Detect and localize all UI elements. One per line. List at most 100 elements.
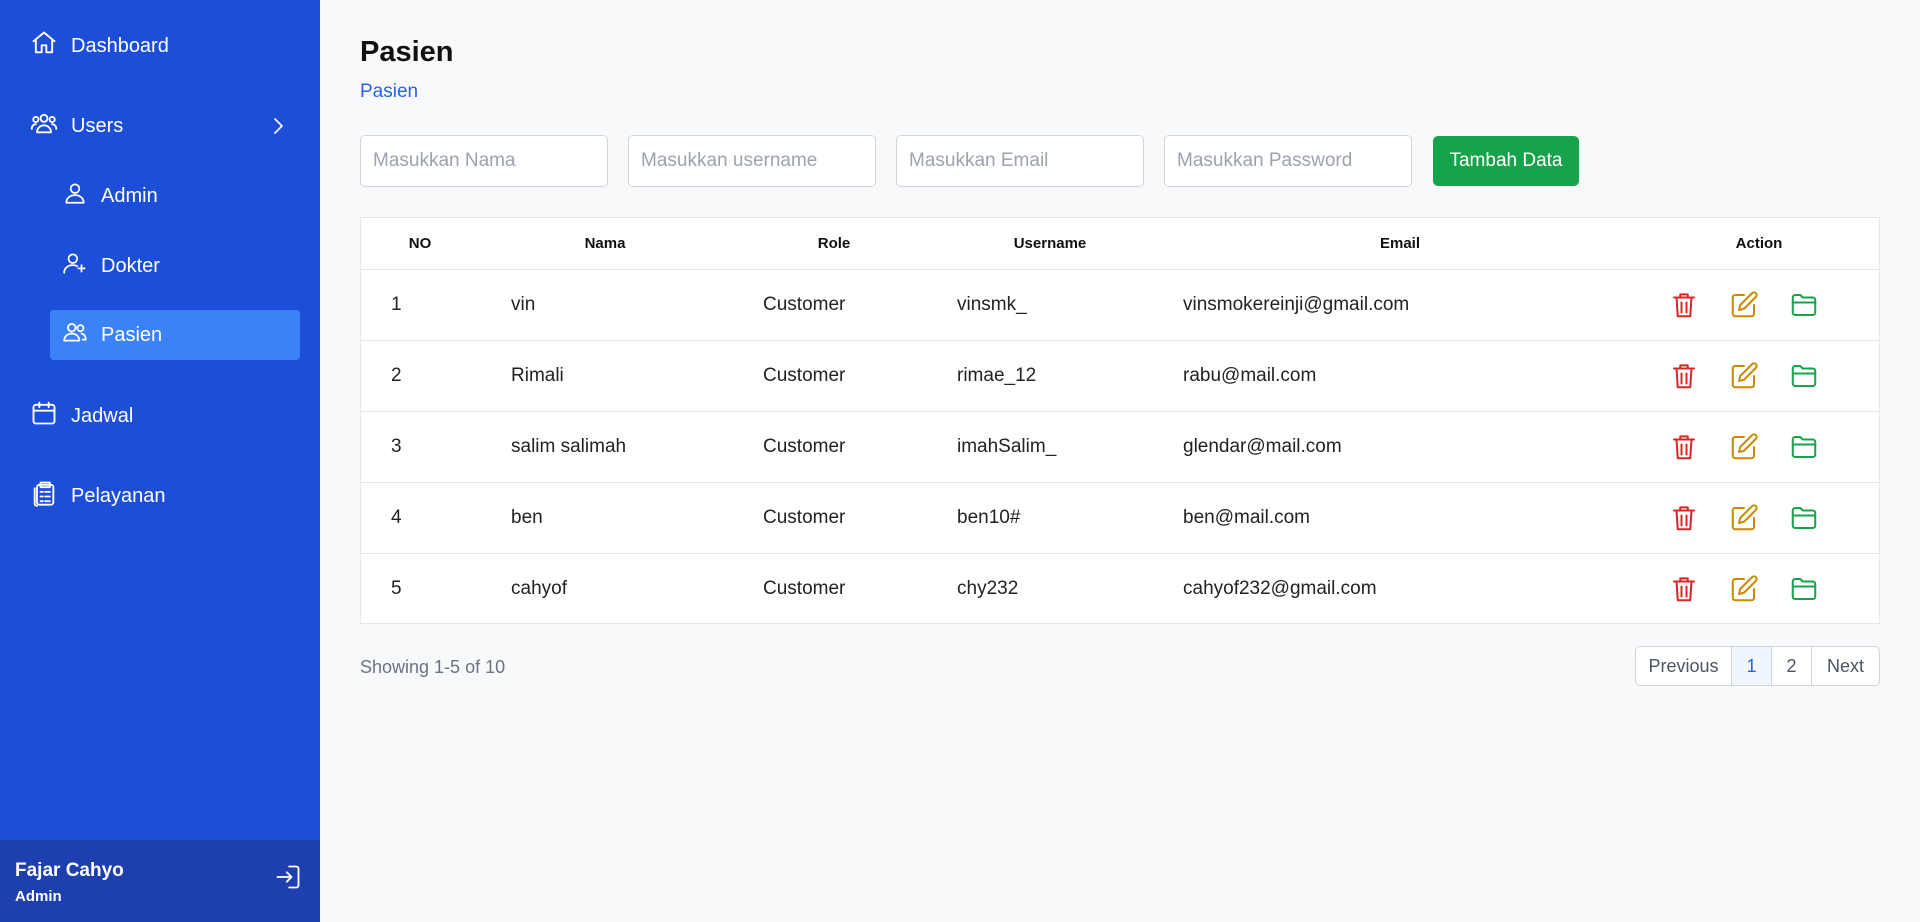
edit-icon — [1729, 432, 1759, 462]
sidebar-item-admin[interactable]: Admin — [50, 171, 300, 221]
cell-username: imahSalim_ — [937, 411, 1163, 483]
breadcrumb[interactable]: Pasien — [360, 81, 418, 103]
sidebar-item-label: Dokter — [101, 254, 160, 277]
data-table: NO Nama Role Username Email Action 1 vin C… — [360, 217, 1881, 624]
folder-icon — [1789, 574, 1819, 604]
chevron-right-icon — [274, 118, 283, 134]
cell-role: Customer — [731, 411, 937, 483]
edit-button[interactable] — [1729, 503, 1759, 533]
page-2-button[interactable]: 2 — [1772, 647, 1812, 685]
column-header-role: Role — [731, 218, 937, 270]
user-icon — [62, 180, 88, 212]
sidebar: Dashboard Users Admin Dokter Pasien Jadw… — [0, 0, 320, 922]
column-header-action: Action — [1637, 218, 1881, 270]
table-row: 1 vin Customer vinsmk_ vinsmokereinji@gmail.… — [361, 269, 1881, 341]
folder-icon — [1789, 290, 1819, 320]
cell-actions — [1637, 340, 1881, 412]
trash-icon — [1669, 290, 1699, 320]
sidebar-item-label: Dashboard — [71, 34, 169, 57]
user-plus-icon — [62, 250, 88, 282]
delete-button[interactable] — [1669, 361, 1699, 391]
sidebar-item-jadwal[interactable]: Jadwal — [30, 396, 300, 436]
folder-icon — [1789, 503, 1819, 533]
sidebar-item-label: Pasien — [101, 323, 163, 346]
cell-role: Customer — [731, 269, 937, 341]
user-role: Admin — [15, 888, 62, 905]
tambah-data-button[interactable]: Tambah Data — [1433, 136, 1579, 186]
cell-actions — [1637, 482, 1881, 554]
column-header-no: NO — [361, 218, 479, 270]
edit-button[interactable] — [1729, 574, 1759, 604]
edit-icon — [1729, 290, 1759, 320]
table-row: 2 Rimali Customer rimae_12 rabu@mail.com — [361, 340, 1881, 412]
edit-icon — [1729, 361, 1759, 391]
next-page-button[interactable]: Next — [1812, 647, 1879, 685]
cell-nama: vin — [479, 269, 731, 341]
clipboard-icon — [30, 479, 58, 513]
folder-icon — [1789, 432, 1819, 462]
username-input[interactable] — [628, 135, 876, 187]
delete-button[interactable] — [1669, 574, 1699, 604]
sidebar-item-label: Users — [71, 114, 124, 137]
delete-button[interactable] — [1669, 432, 1699, 462]
table-header-row: NO Nama Role Username Email Action — [361, 218, 1881, 270]
cell-no: 4 — [361, 482, 479, 554]
sidebar-item-dokter[interactable]: Dokter — [50, 241, 300, 291]
folder-icon — [1789, 361, 1819, 391]
page-title: Pasien — [360, 36, 454, 68]
cell-username: ben10# — [937, 482, 1163, 554]
password-input[interactable] — [1164, 135, 1412, 187]
users-icon — [30, 109, 58, 143]
open-button[interactable] — [1789, 432, 1819, 462]
home-icon — [30, 29, 58, 63]
column-header-email: Email — [1163, 218, 1637, 270]
cell-role: Customer — [763, 577, 846, 599]
user-name: Fajar Cahyo — [15, 860, 124, 881]
sidebar-item-pasien[interactable]: Pasien — [50, 310, 300, 360]
trash-icon — [1669, 361, 1699, 391]
sidebar-item-dashboard[interactable]: Dashboard — [30, 26, 300, 66]
open-button[interactable] — [1789, 361, 1819, 391]
calendar-icon — [30, 399, 58, 433]
sidebar-item-label: Pelayanan — [71, 484, 166, 507]
edit-button[interactable] — [1729, 290, 1759, 320]
column-header-username: Username — [937, 218, 1163, 270]
sidebar-item-label: Jadwal — [71, 404, 134, 427]
open-button[interactable] — [1789, 574, 1819, 604]
cell-username: vinsmk_ — [937, 269, 1163, 341]
pagination: Previous 1 2 Next — [1635, 646, 1880, 686]
edit-icon — [1729, 503, 1759, 533]
open-button[interactable] — [1789, 290, 1819, 320]
table-row: 5 cahyof Customer chy232 cahyof232@gmail.com — [361, 553, 1881, 624]
logout-button[interactable] — [274, 863, 302, 891]
email-input[interactable] — [896, 135, 1144, 187]
edit-button[interactable] — [1729, 361, 1759, 391]
logout-icon — [276, 865, 300, 889]
users-icon — [62, 319, 88, 351]
trash-icon — [1669, 432, 1699, 462]
sidebar-item-users[interactable]: Users — [30, 106, 300, 146]
cell-nama: Rimali — [479, 340, 731, 412]
delete-button[interactable] — [1669, 503, 1699, 533]
table-row: 4 ben Customer ben10# ben@mail.com — [361, 482, 1881, 554]
edit-button[interactable] — [1729, 432, 1759, 462]
cell-no: 1 — [361, 269, 479, 341]
trash-icon — [1669, 574, 1699, 604]
page-1-button[interactable]: 1 — [1732, 647, 1772, 685]
edit-icon — [1729, 574, 1759, 604]
nama-input[interactable] — [360, 135, 608, 187]
cell-actions — [1637, 269, 1881, 341]
sidebar-item-pelayanan[interactable]: Pelayanan — [30, 476, 300, 516]
cell-username: chy232 — [957, 577, 1019, 599]
cell-email: vinsmokereinji@gmail.com — [1163, 269, 1637, 341]
sidebar-item-label: Admin — [101, 184, 158, 207]
cell-actions — [1637, 553, 1881, 624]
column-header-nama: Nama — [479, 218, 731, 270]
cell-email: rabu@mail.com — [1163, 340, 1637, 412]
cell-role: Customer — [731, 482, 937, 554]
delete-button[interactable] — [1669, 290, 1699, 320]
previous-page-button[interactable]: Previous — [1636, 647, 1732, 685]
cell-nama: salim salimah — [479, 411, 731, 483]
showing-count: Showing 1-5 of 10 — [360, 657, 506, 677]
open-button[interactable] — [1789, 503, 1819, 533]
